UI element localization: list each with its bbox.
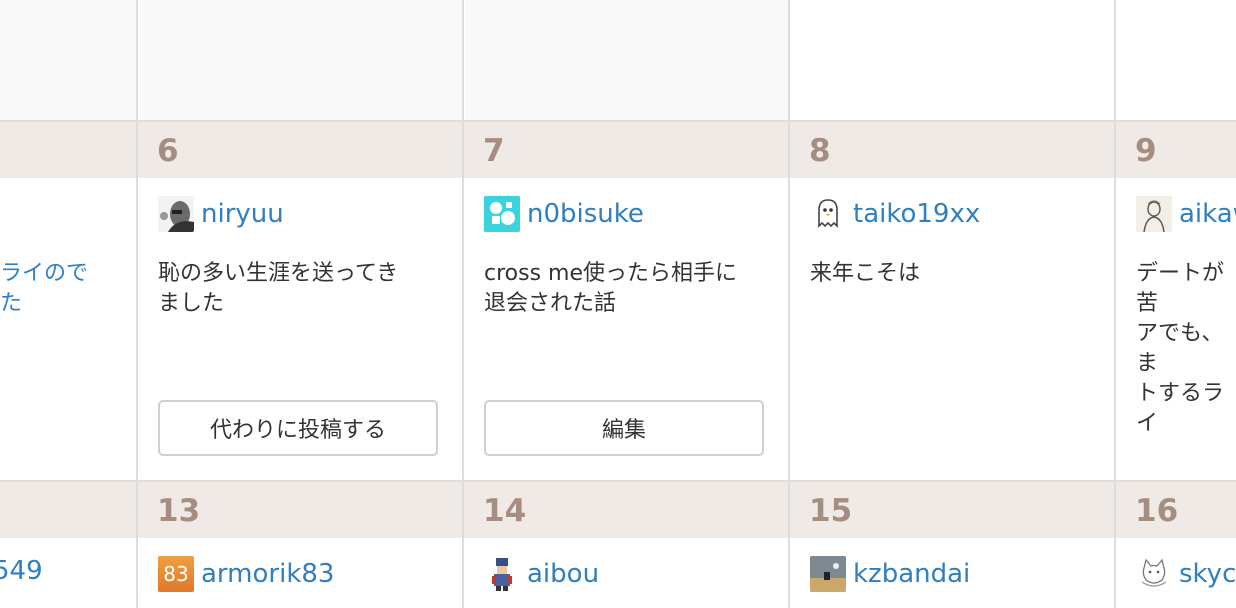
orange-83-avatar-icon: 83 [158, 556, 194, 592]
entry-title: 来年こそは [810, 261, 921, 286]
column-divider [788, 0, 790, 608]
username-link[interactable]: 549 [0, 556, 43, 586]
user-entry[interactable]: aikaw [1136, 194, 1236, 234]
user-entry[interactable]: n0bisuke [484, 194, 644, 234]
sketch-portrait-avatar-icon [1136, 196, 1172, 232]
username-link[interactable]: skyc [1179, 559, 1236, 589]
user-entry[interactable]: taiko19xx [810, 194, 980, 234]
day-number: 9 [1135, 133, 1157, 169]
row-divider [0, 480, 1236, 482]
username-link[interactable]: armorik83 [201, 559, 334, 589]
day-number: 13 [157, 493, 201, 529]
ghost-avatar-icon [810, 196, 846, 232]
entry-title: 恥の多い生涯を送ってき ました [158, 261, 399, 316]
day-number: 14 [483, 493, 527, 529]
day-number: 8 [809, 133, 831, 169]
cat-sketch-avatar-icon [1136, 556, 1172, 592]
day-number: 16 [1135, 493, 1179, 529]
day-number: 15 [809, 493, 853, 529]
post-instead-button[interactable]: 代わりに投稿する [158, 400, 438, 456]
cyan-puzzle-avatar-icon [484, 196, 520, 232]
user-entry[interactable]: aibou [484, 554, 599, 594]
face-photo-avatar-icon [158, 196, 194, 232]
column-divider [1114, 0, 1116, 608]
username-link[interactable]: taiko19xx [853, 199, 980, 229]
username-link[interactable]: kzbandai [853, 559, 970, 589]
username-link[interactable]: niryuu [201, 199, 284, 229]
empty-cell [465, 0, 788, 121]
day-number: 7 [483, 133, 505, 169]
username-link[interactable]: aikaw [1179, 199, 1236, 229]
row-divider [0, 120, 1236, 122]
entry-title: デートが苦 アでも、ま トするライ [1136, 261, 1225, 436]
empty-cell [139, 0, 462, 121]
user-entry[interactable]: niryuu [158, 194, 284, 234]
day-number: 6 [157, 133, 179, 169]
entry-title: cross me使ったら相手に 退会された話 [484, 261, 738, 316]
avatar-text: 83 [163, 562, 189, 586]
day-header-row [0, 122, 1236, 178]
partial-entry-title[interactable]: ライので た [0, 259, 130, 319]
column-divider [136, 0, 138, 608]
landscape-photo-avatar-icon [810, 556, 846, 592]
user-entry[interactable]: skyc [1136, 554, 1236, 594]
column-divider [462, 0, 464, 608]
username-link[interactable]: aibou [527, 559, 599, 589]
empty-cell [0, 0, 137, 121]
pixel-character-avatar-icon [484, 556, 520, 592]
edit-button[interactable]: 編集 [484, 400, 764, 456]
user-entry[interactable]: kzbandai [810, 554, 970, 594]
user-entry[interactable]: 83 armorik83 [158, 554, 334, 594]
username-link[interactable]: n0bisuke [527, 199, 644, 229]
